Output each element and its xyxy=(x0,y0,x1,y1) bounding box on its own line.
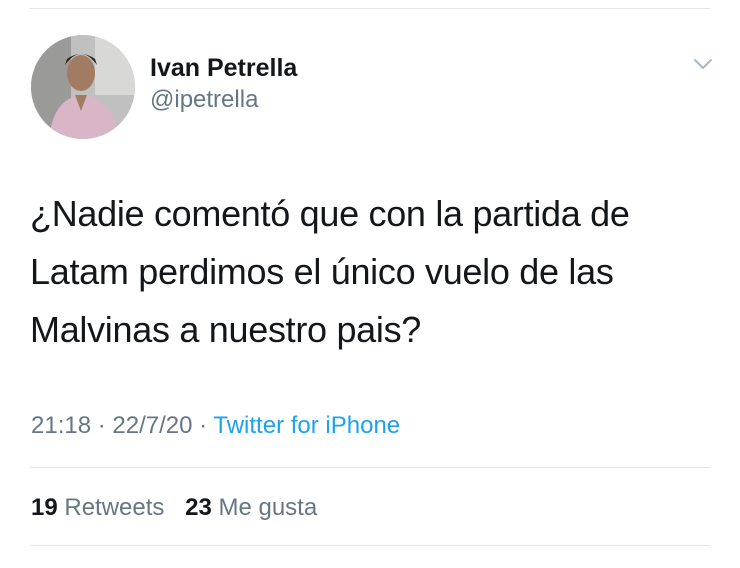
likes-label: Me gusta xyxy=(218,494,318,521)
bottom-divider xyxy=(30,545,710,546)
stats-divider xyxy=(30,467,710,468)
likes-count: 23 xyxy=(185,494,212,521)
likes-stat[interactable]: 23 Me gusta xyxy=(185,494,317,521)
user-handle[interactable]: @ipetrella xyxy=(150,85,297,115)
chevron-down-icon[interactable] xyxy=(692,56,714,72)
tweet-text-line: Latam perdimos el único vuelo de las xyxy=(30,251,614,292)
top-divider xyxy=(30,8,710,9)
tweet-text-line: ¿Nadie comentó que con la partida de xyxy=(30,193,630,234)
user-info: Ivan Petrella @ipetrella xyxy=(150,53,297,115)
tweet-text-line: Malvinas a nuestro pais? xyxy=(30,309,422,350)
tweet-stats: 19 Retweets 23 Me gusta xyxy=(31,490,331,526)
tweet-card: Ivan Petrella @ipetrella ¿Nadie comentó … xyxy=(0,0,740,568)
display-name[interactable]: Ivan Petrella xyxy=(150,53,297,83)
profile-photo xyxy=(31,35,135,139)
tweet-source-link[interactable]: Twitter for iPhone xyxy=(213,412,400,439)
avatar[interactable] xyxy=(31,35,135,139)
retweets-count: 19 xyxy=(31,494,58,521)
tweet-text: ¿Nadie comentó que con la partida de Lat… xyxy=(30,185,720,359)
meta-separator: · xyxy=(199,412,208,439)
meta-separator: · xyxy=(97,412,106,439)
tweet-time[interactable]: 21:18 xyxy=(31,412,91,439)
retweets-label: Retweets xyxy=(64,494,165,521)
tweet-meta: 21:18 · 22/7/20 · Twitter for iPhone xyxy=(31,408,400,444)
tweet-date[interactable]: 22/7/20 xyxy=(112,412,192,439)
retweets-stat[interactable]: 19 Retweets xyxy=(31,494,171,521)
